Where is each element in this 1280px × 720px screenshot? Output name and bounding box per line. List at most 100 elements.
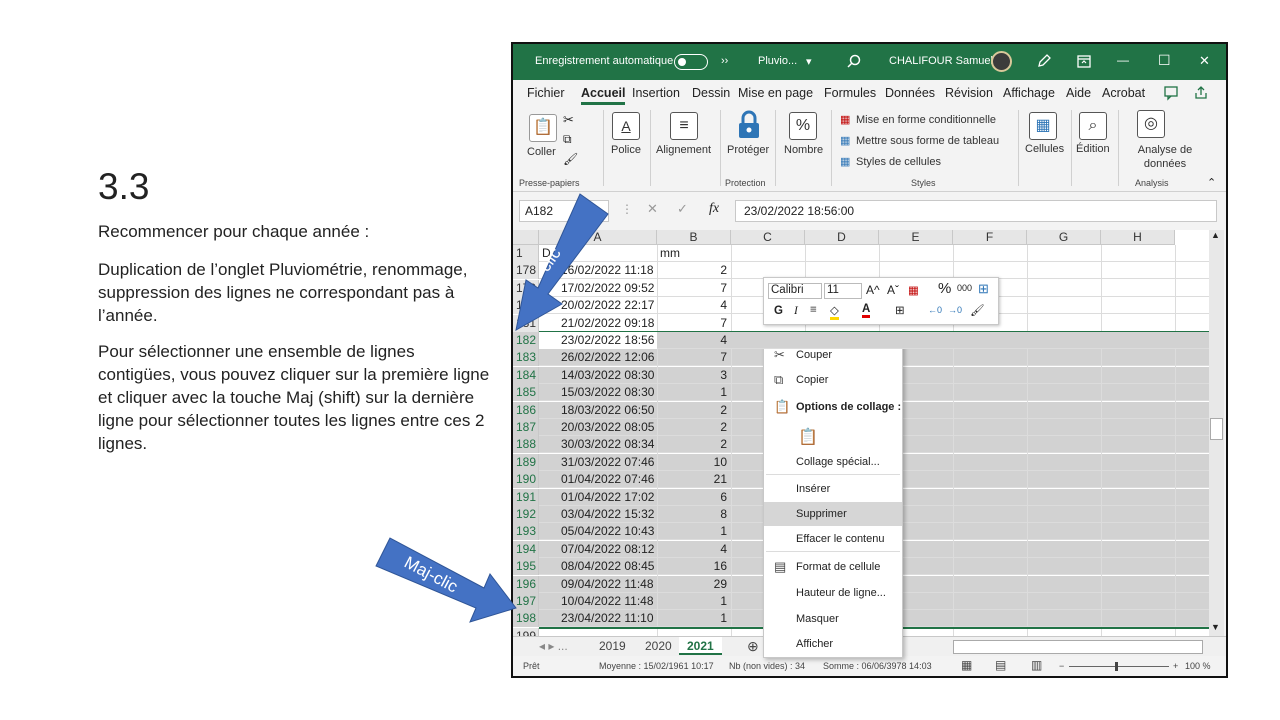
menu-item-effacer[interactable]: Effacer le contenu	[764, 527, 902, 551]
formula-input[interactable]: 23/02/2022 18:56:00	[735, 200, 1217, 222]
alignement-label[interactable]: Alignement	[656, 144, 711, 156]
font-icon[interactable]: A	[612, 112, 640, 140]
cell-b[interactable]: 4	[657, 297, 731, 314]
borders-icon[interactable]: ⊞	[895, 303, 905, 317]
row-header[interactable]: 190	[513, 471, 539, 489]
sheet-tab-2020[interactable]: 2020	[637, 637, 680, 655]
zoom-out-icon[interactable]: −	[1059, 661, 1064, 671]
cell-a[interactable]: 23/02/2022 18:56	[539, 332, 657, 349]
italic-icon[interactable]: I	[794, 305, 798, 317]
pen-icon[interactable]	[1037, 54, 1051, 68]
menu-item-inserer[interactable]: Insérer	[764, 477, 902, 501]
tab-formules[interactable]: Formules	[824, 86, 876, 100]
sheet-tab-2021[interactable]: 2021	[679, 637, 722, 655]
column-header-f[interactable]: F	[953, 230, 1027, 245]
row-header[interactable]: 188	[513, 436, 539, 454]
percent-style-icon[interactable]: %	[938, 280, 951, 297]
paste-icon[interactable]: 📋	[529, 114, 557, 142]
decrease-decimal-icon[interactable]: →0	[948, 305, 962, 315]
collapse-ribbon-icon[interactable]: ⌃	[1207, 176, 1216, 189]
cell-b[interactable]: mm	[657, 245, 731, 262]
horizontal-scrollbar[interactable]	[953, 640, 1203, 654]
row-header[interactable]: 187	[513, 419, 539, 436]
menu-item-supprimer[interactable]: Supprimer	[764, 502, 902, 526]
scroll-up-icon[interactable]: ▲	[1211, 230, 1220, 240]
column-header-d[interactable]: D	[805, 230, 879, 245]
menu-item-hauteur-ligne[interactable]: Hauteur de ligne...	[764, 581, 902, 605]
tab-accueil[interactable]: Accueil	[581, 86, 626, 105]
tab-aide[interactable]: Aide	[1066, 86, 1091, 100]
cells-icon[interactable]: ▦	[1029, 112, 1057, 140]
paste-option-button[interactable]: 📋	[764, 423, 902, 449]
cell-styles-icon[interactable]: ▦	[840, 155, 850, 168]
search-icon[interactable]	[847, 54, 861, 68]
menu-item-format-cellule[interactable]: ▤ Format de cellule	[764, 555, 902, 579]
nombre-label[interactable]: Nombre	[784, 144, 823, 156]
column-header-h[interactable]: H	[1101, 230, 1175, 245]
police-label[interactable]: Police	[611, 144, 641, 156]
row-header[interactable]: 185	[513, 384, 539, 402]
percent-icon[interactable]: %	[789, 112, 817, 140]
zoom-in-icon[interactable]: +	[1173, 661, 1178, 671]
tab-affichage[interactable]: Affichage	[1003, 86, 1055, 100]
column-header-e[interactable]: E	[879, 230, 953, 245]
shrink-font-icon[interactable]: Aˇ	[887, 283, 899, 297]
row-header[interactable]: 184	[513, 366, 539, 384]
increase-decimal-icon[interactable]: ←0	[928, 305, 942, 315]
enter-icon[interactable]: ✓	[677, 201, 688, 217]
edition-search-icon[interactable]: ⌕	[1079, 112, 1107, 140]
row-header[interactable]: 183	[513, 349, 539, 367]
menu-item-collage-special[interactable]: Collage spécial...	[764, 450, 902, 474]
sheet-nav-buttons[interactable]: ◂ ▸ ...	[531, 637, 576, 655]
column-header-c[interactable]: C	[731, 230, 805, 245]
file-name[interactable]: Pluvio...	[758, 55, 797, 67]
tab-fichier[interactable]: Fichier	[527, 86, 565, 100]
proteger-label[interactable]: Protéger	[727, 144, 769, 156]
column-header-b[interactable]: B	[657, 230, 731, 245]
tab-acrobat[interactable]: Acrobat	[1102, 86, 1145, 100]
analyze-data-icon[interactable]: ◎	[1137, 110, 1165, 138]
tab-donnees[interactable]: Données	[885, 86, 935, 100]
merge-center-icon[interactable]: ⊞	[978, 281, 989, 297]
scroll-down-icon[interactable]: ▼	[1211, 622, 1220, 632]
mstab-label[interactable]: Mettre sous forme de tableau	[856, 135, 999, 147]
font-name-select[interactable]: Calibri	[768, 283, 822, 299]
font-color-icon[interactable]: A	[862, 303, 871, 318]
vertical-scrollbar[interactable]: ▲ ▼	[1209, 230, 1224, 636]
zoom-slider[interactable]	[1069, 666, 1169, 667]
format-as-table-icon[interactable]: ▦	[840, 134, 850, 147]
page-layout-icon[interactable]: ▤	[995, 658, 1006, 672]
tab-revision[interactable]: Révision	[945, 86, 993, 100]
cell-b[interactable]: 4	[657, 332, 731, 349]
copy-icon[interactable]: ⧉	[563, 132, 572, 147]
more-chevrons[interactable]: ››	[721, 55, 728, 67]
analyse-label[interactable]: Analyse de données	[1125, 143, 1205, 171]
comments-icon[interactable]	[1163, 85, 1181, 101]
insert-function-icon[interactable]: fx	[709, 201, 719, 217]
cut-icon[interactable]: ✂	[563, 112, 574, 128]
row-header[interactable]: 182	[513, 332, 539, 349]
cell-b[interactable]: 7	[657, 280, 731, 297]
minimize-button[interactable]: —	[1117, 53, 1129, 67]
styles-cellules-label[interactable]: Styles de cellules	[856, 156, 941, 168]
cellules-label[interactable]: Cellules	[1025, 143, 1064, 155]
fill-color-icon[interactable]: ◇	[830, 303, 839, 320]
align-icon[interactable]: ≡	[810, 304, 817, 316]
cell-b[interactable]: 2	[657, 262, 731, 279]
scroll-thumb[interactable]	[1210, 418, 1223, 440]
column-header-g[interactable]: G	[1027, 230, 1101, 245]
thousands-icon[interactable]: 000	[957, 283, 972, 293]
edition-label[interactable]: Édition	[1076, 143, 1110, 155]
table-row[interactable]: 182 23/02/2022 18:56 4	[513, 332, 1209, 349]
row-header[interactable]: 191	[513, 488, 539, 506]
autosave-toggle[interactable]	[674, 54, 708, 70]
format-painter-mini-icon[interactable]: 🖌	[970, 303, 985, 317]
lock-icon[interactable]	[736, 110, 762, 140]
menu-item-masquer[interactable]: Masquer	[764, 607, 902, 631]
page-break-icon[interactable]: ▥	[1031, 658, 1042, 672]
sheet-tab-2019[interactable]: 2019	[591, 637, 634, 655]
ribbon-display-icon[interactable]	[1077, 55, 1091, 68]
font-size-select[interactable]: 11	[824, 283, 862, 299]
cell-b[interactable]: 7	[657, 315, 731, 332]
cancel-icon[interactable]: ✕	[647, 201, 658, 217]
